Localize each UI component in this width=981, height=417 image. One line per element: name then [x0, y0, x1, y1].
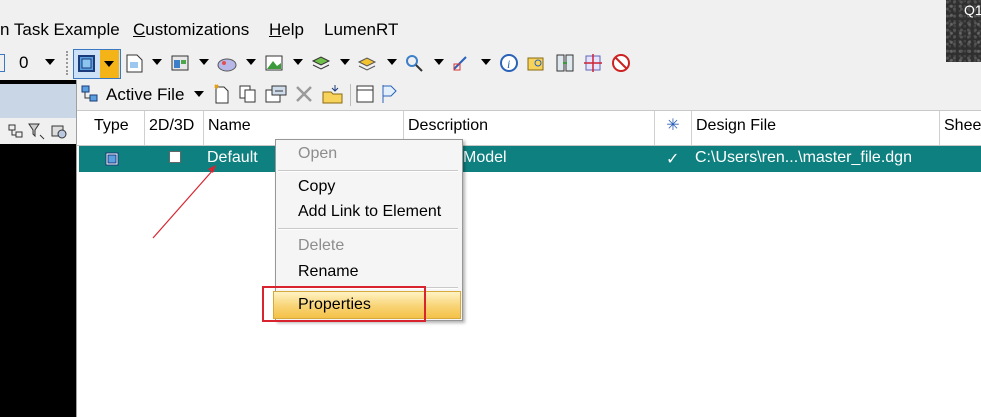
link-arrow-icon[interactable] [481, 59, 491, 65]
layers-arrow-icon[interactable] [340, 59, 350, 65]
stack-arrow-icon[interactable] [387, 59, 397, 65]
hierarchy-icon[interactable] [81, 84, 99, 104]
menu-bar: n Task Example Customizations Help Lumen… [0, 12, 946, 46]
view-thumbnail: Q1 [946, 0, 981, 62]
annotation-highlight-box [262, 286, 426, 322]
active-checkmark-icon: ✓ [666, 151, 680, 168]
export-icon[interactable] [50, 122, 68, 140]
copy-model-icon[interactable] [238, 84, 258, 104]
models-button[interactable] [73, 49, 121, 79]
sheet-arrow-icon[interactable] [152, 59, 162, 65]
layers-icon[interactable] [311, 53, 331, 73]
scope-dropdown-arrow[interactable] [194, 91, 204, 97]
menu-copy[interactable]: Copy [298, 178, 335, 196]
flag-icon[interactable] [380, 83, 400, 105]
row-description: Model [463, 149, 507, 166]
left-cut-icon [0, 54, 5, 72]
toolbar-grip[interactable] [66, 51, 69, 75]
menu-task-example[interactable]: n Task Example [0, 20, 120, 40]
toolbar-separator [350, 84, 351, 106]
design-model-icon [105, 152, 119, 166]
svg-text:i: i [507, 57, 510, 71]
menu-customizations-rest: ustomizations [145, 20, 250, 39]
left-panel-tools [0, 118, 76, 144]
column-design-file[interactable]: Design File [691, 111, 939, 145]
level-dropdown-arrow[interactable] [45, 59, 55, 65]
thumbnail-label: Q1 [964, 2, 981, 18]
document-compare-icon[interactable] [555, 53, 575, 73]
main-toolbar: 0 i [0, 46, 946, 81]
no-entry-icon[interactable] [611, 53, 631, 73]
menu-separator [278, 170, 458, 172]
menu-add-link[interactable]: Add Link to Element [298, 203, 441, 221]
image-arrow-icon[interactable] [293, 59, 303, 65]
image-icon[interactable] [264, 53, 284, 73]
dialog-toolbar: Active File [77, 80, 981, 111]
menu-customizations[interactable]: Customizations [133, 20, 249, 40]
left-panel-header [0, 84, 76, 118]
sheet-icon[interactable] [124, 53, 144, 73]
reference-icon[interactable] [170, 53, 190, 73]
menu-lumenrt[interactable]: LumenRT [324, 20, 398, 40]
menu-rename[interactable]: Rename [298, 263, 358, 281]
menu-help[interactable]: Help [269, 20, 304, 40]
column-active-icon[interactable]: ✳ [654, 111, 691, 145]
menu-open[interactable]: Open [298, 145, 337, 163]
search-arrow-icon[interactable] [434, 59, 444, 65]
menu-delete[interactable]: Delete [298, 237, 344, 255]
menu-help-mnemonic: H [269, 20, 282, 39]
menu-help-rest: elp [281, 20, 304, 39]
filter-icon[interactable] [27, 121, 47, 141]
scope-label[interactable]: Active File [106, 85, 184, 105]
raster-cloud-icon[interactable] [217, 53, 237, 73]
tree-icon[interactable] [8, 123, 24, 139]
table-header: Type 2D/3D Name Description ✳ Design Fil… [77, 111, 981, 146]
properties-model-icon[interactable] [264, 84, 290, 104]
raster-arrow-icon[interactable] [246, 59, 256, 65]
info-icon[interactable]: i [499, 53, 519, 73]
menu-separator [278, 228, 458, 230]
menu-customizations-mnemonic: C [133, 20, 146, 39]
import-folder-icon[interactable] [321, 83, 345, 105]
grid-icon[interactable] [583, 53, 603, 73]
search-spark-icon[interactable] [404, 53, 424, 73]
models-dialog: Active File Type 2D/3D Name Description … [76, 80, 981, 417]
stack-icon[interactable] [357, 53, 377, 73]
level-value[interactable]: 0 [19, 53, 28, 73]
new-model-icon[interactable] [212, 83, 232, 105]
models-icon [78, 55, 95, 72]
column-type[interactable]: Type [77, 111, 144, 145]
models-arrow-icon [104, 61, 114, 67]
reference-arrow-icon[interactable] [199, 59, 209, 65]
models-dropdown[interactable] [100, 50, 119, 78]
link-icon[interactable] [451, 53, 471, 73]
column-sheet[interactable]: Shee [939, 111, 981, 145]
row-design-file: C:\Users\ren...\master_file.dgn [695, 149, 912, 166]
list-view-icon[interactable] [355, 84, 375, 104]
delete-model-icon[interactable] [295, 85, 313, 103]
annotation-arrow [152, 165, 216, 239]
folder-search-icon[interactable] [526, 53, 546, 73]
column-2d3d[interactable]: 2D/3D [144, 111, 203, 145]
